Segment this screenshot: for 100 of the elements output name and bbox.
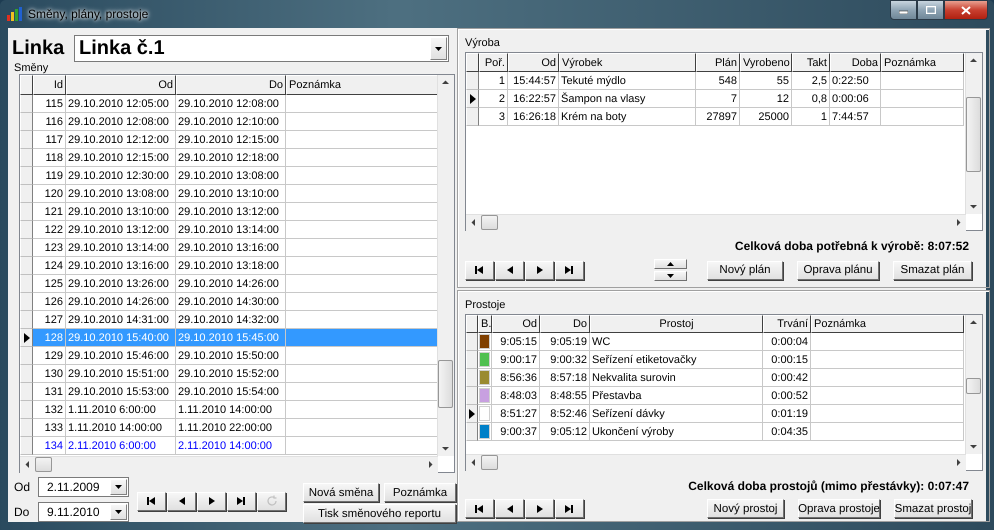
vertical-scrollbar[interactable] bbox=[437, 75, 454, 456]
first-button[interactable] bbox=[465, 499, 494, 518]
table-cell: 120 bbox=[33, 185, 66, 203]
last-icon bbox=[237, 497, 246, 505]
scroll-thumb[interactable] bbox=[966, 378, 981, 394]
dropdown-button[interactable] bbox=[110, 478, 127, 494]
table-cell: 130 bbox=[33, 365, 66, 383]
column-header[interactable]: Trvání bbox=[763, 315, 811, 333]
first-button[interactable] bbox=[137, 492, 166, 510]
scroll-thumb[interactable] bbox=[35, 457, 52, 472]
table-cell: 1 bbox=[479, 72, 508, 90]
row-header[interactable] bbox=[466, 405, 478, 423]
vertical-scrollbar[interactable] bbox=[965, 53, 982, 214]
column-header[interactable]: Poznámka bbox=[881, 53, 964, 72]
first-button[interactable] bbox=[465, 260, 494, 280]
dropdown-button[interactable] bbox=[110, 504, 127, 520]
from-label: Od bbox=[14, 480, 32, 494]
window-title: Směny, plány, prostoje bbox=[28, 7, 148, 21]
vertical-scrollbar[interactable] bbox=[965, 315, 982, 454]
table-cell: 29.10.2010 13:10:00 bbox=[66, 203, 176, 221]
table-cell: 1.11.2010 14:00:00 bbox=[66, 419, 176, 437]
scroll-thumb[interactable] bbox=[481, 215, 498, 230]
previous-button[interactable] bbox=[495, 499, 524, 518]
column-header[interactable]: B. bbox=[478, 315, 492, 333]
previous-button[interactable] bbox=[495, 260, 524, 280]
column-header[interactable]: Od bbox=[492, 315, 540, 333]
column-header[interactable]: Id bbox=[33, 75, 66, 95]
table-cell: 29.10.2010 13:08:00 bbox=[66, 185, 176, 203]
table-cell: 29.10.2010 15:40:00 bbox=[66, 329, 176, 347]
column-header[interactable]: Do bbox=[540, 315, 590, 333]
previous-button[interactable] bbox=[167, 492, 196, 510]
scroll-thumb[interactable] bbox=[481, 455, 498, 470]
maximize-button[interactable] bbox=[917, 0, 944, 20]
column-header[interactable]: Prostoj bbox=[590, 315, 763, 333]
table-cell: 125 bbox=[33, 275, 66, 293]
action-button[interactable]: Smazat plán bbox=[893, 260, 972, 280]
from-date-field[interactable]: 2.11.2009 bbox=[38, 476, 129, 496]
action-button[interactable]: Oprava plánu bbox=[797, 260, 879, 280]
shift-action-button[interactable]: Tisk směnového reportu bbox=[303, 504, 456, 523]
column-header[interactable]: Takt bbox=[792, 53, 830, 72]
column-header[interactable]: Vyrobeno bbox=[740, 53, 792, 72]
table-cell: 29.10.2010 15:54:00 bbox=[176, 383, 286, 401]
dropdown-button[interactable] bbox=[430, 37, 447, 60]
table-cell: 116 bbox=[33, 113, 66, 131]
close-button[interactable] bbox=[944, 0, 988, 20]
column-header[interactable]: Od bbox=[508, 53, 559, 72]
table-cell: 29.10.2010 12:10:00 bbox=[176, 113, 286, 131]
move-down-button[interactable] bbox=[654, 271, 687, 281]
shift-action-button[interactable]: Poznámka bbox=[384, 483, 456, 502]
horizontal-scrollbar[interactable] bbox=[20, 456, 438, 473]
to-date-field[interactable]: 9.11.2010 bbox=[38, 502, 129, 522]
table-cell: 0,8 bbox=[792, 90, 830, 108]
row-header[interactable] bbox=[20, 329, 33, 347]
scroll-thumb[interactable] bbox=[438, 360, 453, 408]
table-cell: 118 bbox=[33, 149, 66, 167]
minimize-button[interactable] bbox=[890, 0, 917, 20]
last-button[interactable] bbox=[555, 260, 584, 280]
column-header[interactable]: Plán bbox=[696, 53, 740, 72]
table-cell: 2.11.2010 6:00:00 bbox=[66, 437, 176, 455]
table-cell: 29.10.2010 13:12:00 bbox=[176, 203, 286, 221]
last-button[interactable] bbox=[555, 499, 584, 518]
scroll-thumb[interactable] bbox=[966, 97, 981, 172]
line-combo[interactable]: Linka č.1 bbox=[74, 35, 449, 62]
horizontal-scrollbar[interactable] bbox=[466, 214, 966, 231]
next-button[interactable] bbox=[525, 499, 554, 518]
table-cell: 9:00:17 bbox=[492, 351, 540, 369]
table-cell: 29.10.2010 15:53:00 bbox=[66, 383, 176, 401]
table-cell: 29.10.2010 12:18:00 bbox=[176, 149, 286, 167]
row-pointer-icon bbox=[469, 408, 475, 418]
column-header[interactable]: Poř. bbox=[479, 53, 508, 72]
last-button[interactable] bbox=[227, 492, 256, 510]
next-button[interactable] bbox=[525, 260, 554, 280]
table-cell: 0:04:35 bbox=[763, 423, 811, 441]
table-cell: 29.10.2010 13:10:00 bbox=[176, 185, 286, 203]
table-cell: 29.10.2010 15:45:00 bbox=[176, 329, 286, 347]
action-button[interactable]: Nový plán bbox=[707, 260, 783, 280]
column-header[interactable]: Poznámka bbox=[811, 315, 964, 333]
horizontal-scrollbar[interactable] bbox=[466, 454, 966, 471]
row-header[interactable] bbox=[466, 90, 479, 108]
down-icon bbox=[667, 274, 674, 278]
table-cell: Šampon na vlasy bbox=[559, 90, 696, 108]
table-cell: 29.10.2010 13:08:00 bbox=[176, 167, 286, 185]
caret-icon bbox=[435, 46, 442, 50]
next-button[interactable] bbox=[197, 492, 226, 510]
column-header[interactable]: Do bbox=[176, 75, 286, 95]
action-button[interactable]: Smazat prostoj bbox=[894, 499, 972, 518]
table-cell: 29.10.2010 14:26:00 bbox=[66, 293, 176, 311]
column-header[interactable]: Výrobek bbox=[559, 53, 696, 72]
table-cell: 3 bbox=[479, 108, 508, 126]
action-button[interactable]: Oprava prostoje bbox=[798, 499, 880, 518]
table-cell: 133 bbox=[33, 419, 66, 437]
table-cell: 29.10.2010 12:05:00 bbox=[66, 95, 176, 113]
action-button[interactable]: Nový prostoj bbox=[707, 499, 784, 518]
table-cell: 2 bbox=[479, 90, 508, 108]
column-header[interactable]: Doba bbox=[830, 53, 881, 72]
table-cell: 1 bbox=[792, 108, 830, 126]
shift-action-button[interactable]: Nová směna bbox=[303, 483, 379, 502]
column-header[interactable]: Od bbox=[66, 75, 176, 95]
column-header[interactable]: Poznámka bbox=[286, 75, 437, 95]
move-up-button[interactable] bbox=[654, 259, 687, 269]
